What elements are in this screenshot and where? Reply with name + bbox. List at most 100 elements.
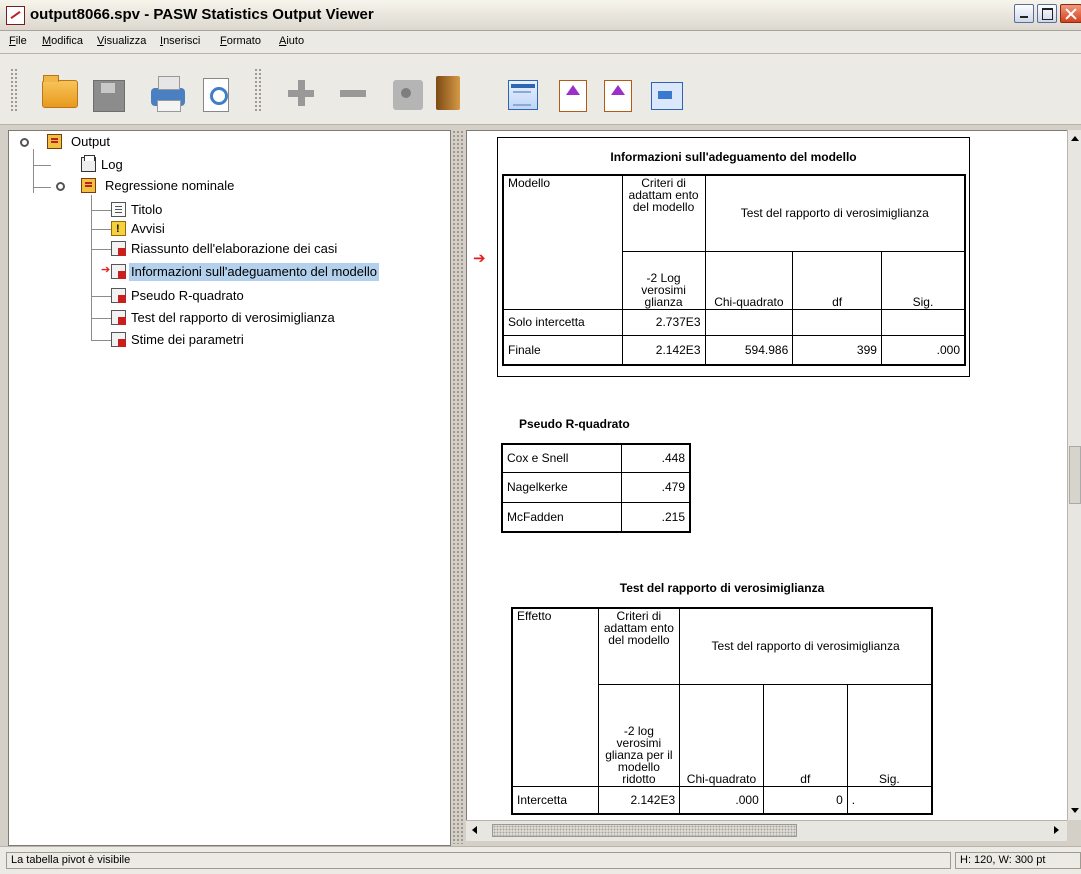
tree-connector	[33, 165, 51, 166]
log-icon	[81, 155, 96, 172]
title-bar: output8066.spv - PASW Statistics Output …	[0, 0, 1081, 31]
model-fit-table: Modello Criteri di adattam ento del mode…	[502, 174, 966, 366]
tree-connector	[91, 249, 111, 250]
collapse-toggle[interactable]	[20, 138, 29, 147]
menu-modifica[interactable]: Modifica	[42, 35, 83, 47]
table-title: Informazioni sull'adeguamento del modell…	[610, 150, 857, 164]
tree-connector	[91, 210, 111, 211]
status-text: La tabella pivot è visibile	[6, 852, 951, 869]
window-title: output8066.spv - PASW Statistics Output …	[30, 6, 374, 23]
scroll-right-icon[interactable]	[1054, 826, 1059, 834]
goto-case-icon[interactable]	[604, 80, 632, 112]
current-item-arrow-icon: ➔	[101, 264, 111, 276]
status-size: H: 120, W: 300 pt	[955, 852, 1081, 869]
header-effetto: Effetto	[511, 607, 599, 787]
row-label: Solo intercetta	[502, 308, 623, 336]
book-icon	[81, 178, 96, 193]
menu-file[interactable]: File	[9, 35, 27, 47]
table-icon	[111, 332, 126, 347]
row-label: Finale	[502, 334, 623, 366]
tree-connector	[91, 229, 111, 230]
print-icon[interactable]	[151, 76, 185, 112]
cell-m2ll: 2.142E3	[597, 785, 681, 815]
open-folder-icon[interactable]	[42, 75, 78, 108]
table-title: Pseudo R-quadrato	[519, 417, 630, 431]
table-icon	[111, 264, 126, 279]
book-icon	[47, 134, 62, 149]
tree-connector	[91, 296, 111, 297]
menu-bar: File Modifica Visualizza Inserisci Forma…	[0, 31, 1081, 54]
save-icon[interactable]	[93, 80, 125, 112]
cell-m2ll: 2.737E3	[621, 308, 706, 336]
vertical-scroll-thumb[interactable]	[1069, 446, 1081, 504]
designate-window-icon[interactable]	[508, 80, 538, 110]
header-chi: Chi-quadrato	[704, 250, 794, 310]
title-icon	[111, 202, 126, 217]
tree-connector	[33, 187, 51, 188]
menu-inserisci[interactable]: Inserisci	[160, 35, 200, 47]
scroll-up-icon[interactable]	[1071, 136, 1079, 141]
row-label: McFadden	[501, 501, 622, 533]
cell-sig: .	[846, 785, 933, 815]
tree-connector	[91, 340, 111, 341]
cell-chi	[704, 308, 794, 336]
toolbar	[0, 54, 1081, 125]
header-sig: Sig.	[846, 683, 933, 787]
header-df: df	[762, 683, 848, 787]
horizontal-scrollbar[interactable]	[466, 820, 1067, 841]
tree-connector	[91, 318, 111, 319]
status-bar: La tabella pivot è visibile H: 120, W: 3…	[0, 846, 1081, 874]
cell-sig	[880, 308, 966, 336]
row-label: Cox e Snell	[501, 443, 622, 473]
row-label: Nagelkerke	[501, 471, 622, 503]
menu-aiuto[interactable]: Aiuto	[279, 35, 304, 47]
print-preview-icon[interactable]	[203, 78, 229, 112]
menu-visualizza[interactable]: Visualizza	[97, 35, 146, 47]
header-modello: Modello	[502, 174, 623, 310]
maximize-button[interactable]	[1037, 4, 1057, 23]
lrt-table: Effetto Criteri di adattam ento del mode…	[511, 607, 933, 815]
header-chi: Chi-quadrato	[679, 683, 764, 787]
row-label: Intercetta	[511, 785, 599, 815]
expand-plus-icon[interactable]	[284, 76, 320, 110]
cell-value: .448	[621, 443, 691, 473]
output-viewer: ➔ Informazioni sull'adeguamento del mode…	[466, 130, 1067, 821]
close-button[interactable]	[1060, 4, 1081, 23]
cell-m2ll: 2.142E3	[621, 334, 706, 366]
warning-icon	[111, 220, 126, 238]
table-icon	[111, 241, 126, 256]
cell-value: .215	[621, 501, 691, 533]
cell-df: 399	[792, 334, 882, 366]
cell-chi: 594.986	[704, 334, 794, 366]
cell-chi: .000	[679, 785, 764, 815]
pseudo-r2-table: Cox e Snell .448 Nagelkerke .479 McFadde…	[501, 443, 691, 533]
header-df: df	[792, 250, 882, 310]
cell-df	[792, 308, 882, 336]
minimize-button[interactable]	[1014, 4, 1034, 23]
collapse-toggle[interactable]	[56, 182, 65, 191]
header-m2ll: -2 Log verosimi glianza	[621, 250, 706, 310]
outline-pane: Output Log Regressione nominale Titolo A…	[8, 130, 451, 846]
collapse-minus-icon[interactable]	[336, 76, 372, 110]
cell-df: 0	[762, 785, 848, 815]
tree-connector	[91, 195, 92, 341]
export-icon[interactable]	[651, 82, 683, 110]
scroll-down-icon[interactable]	[1071, 808, 1079, 813]
goto-data-icon[interactable]	[559, 80, 587, 112]
pane-splitter[interactable]	[452, 130, 464, 844]
book-icon[interactable]	[436, 76, 460, 110]
cell-value: .479	[621, 471, 691, 503]
header-lrt: Test del rapporto di verosimiglianza	[679, 607, 933, 685]
vertical-scrollbar[interactable]	[1067, 130, 1081, 820]
header-m2ll: -2 log verosimi glianza per il modello r…	[597, 683, 681, 787]
toolbar-grip-2[interactable]	[254, 68, 262, 112]
toolbar-grip[interactable]	[10, 68, 18, 112]
scroll-left-icon[interactable]	[472, 826, 477, 834]
header-lrt: Test del rapporto di verosimiglianza	[704, 174, 966, 252]
table-icon	[111, 310, 126, 325]
menu-formato[interactable]: Formato	[220, 35, 261, 47]
horizontal-scroll-thumb[interactable]	[492, 824, 797, 837]
camera-icon[interactable]	[393, 80, 423, 110]
selected-item-arrow-icon: ➔	[473, 249, 486, 267]
header-sig: Sig.	[880, 250, 966, 310]
